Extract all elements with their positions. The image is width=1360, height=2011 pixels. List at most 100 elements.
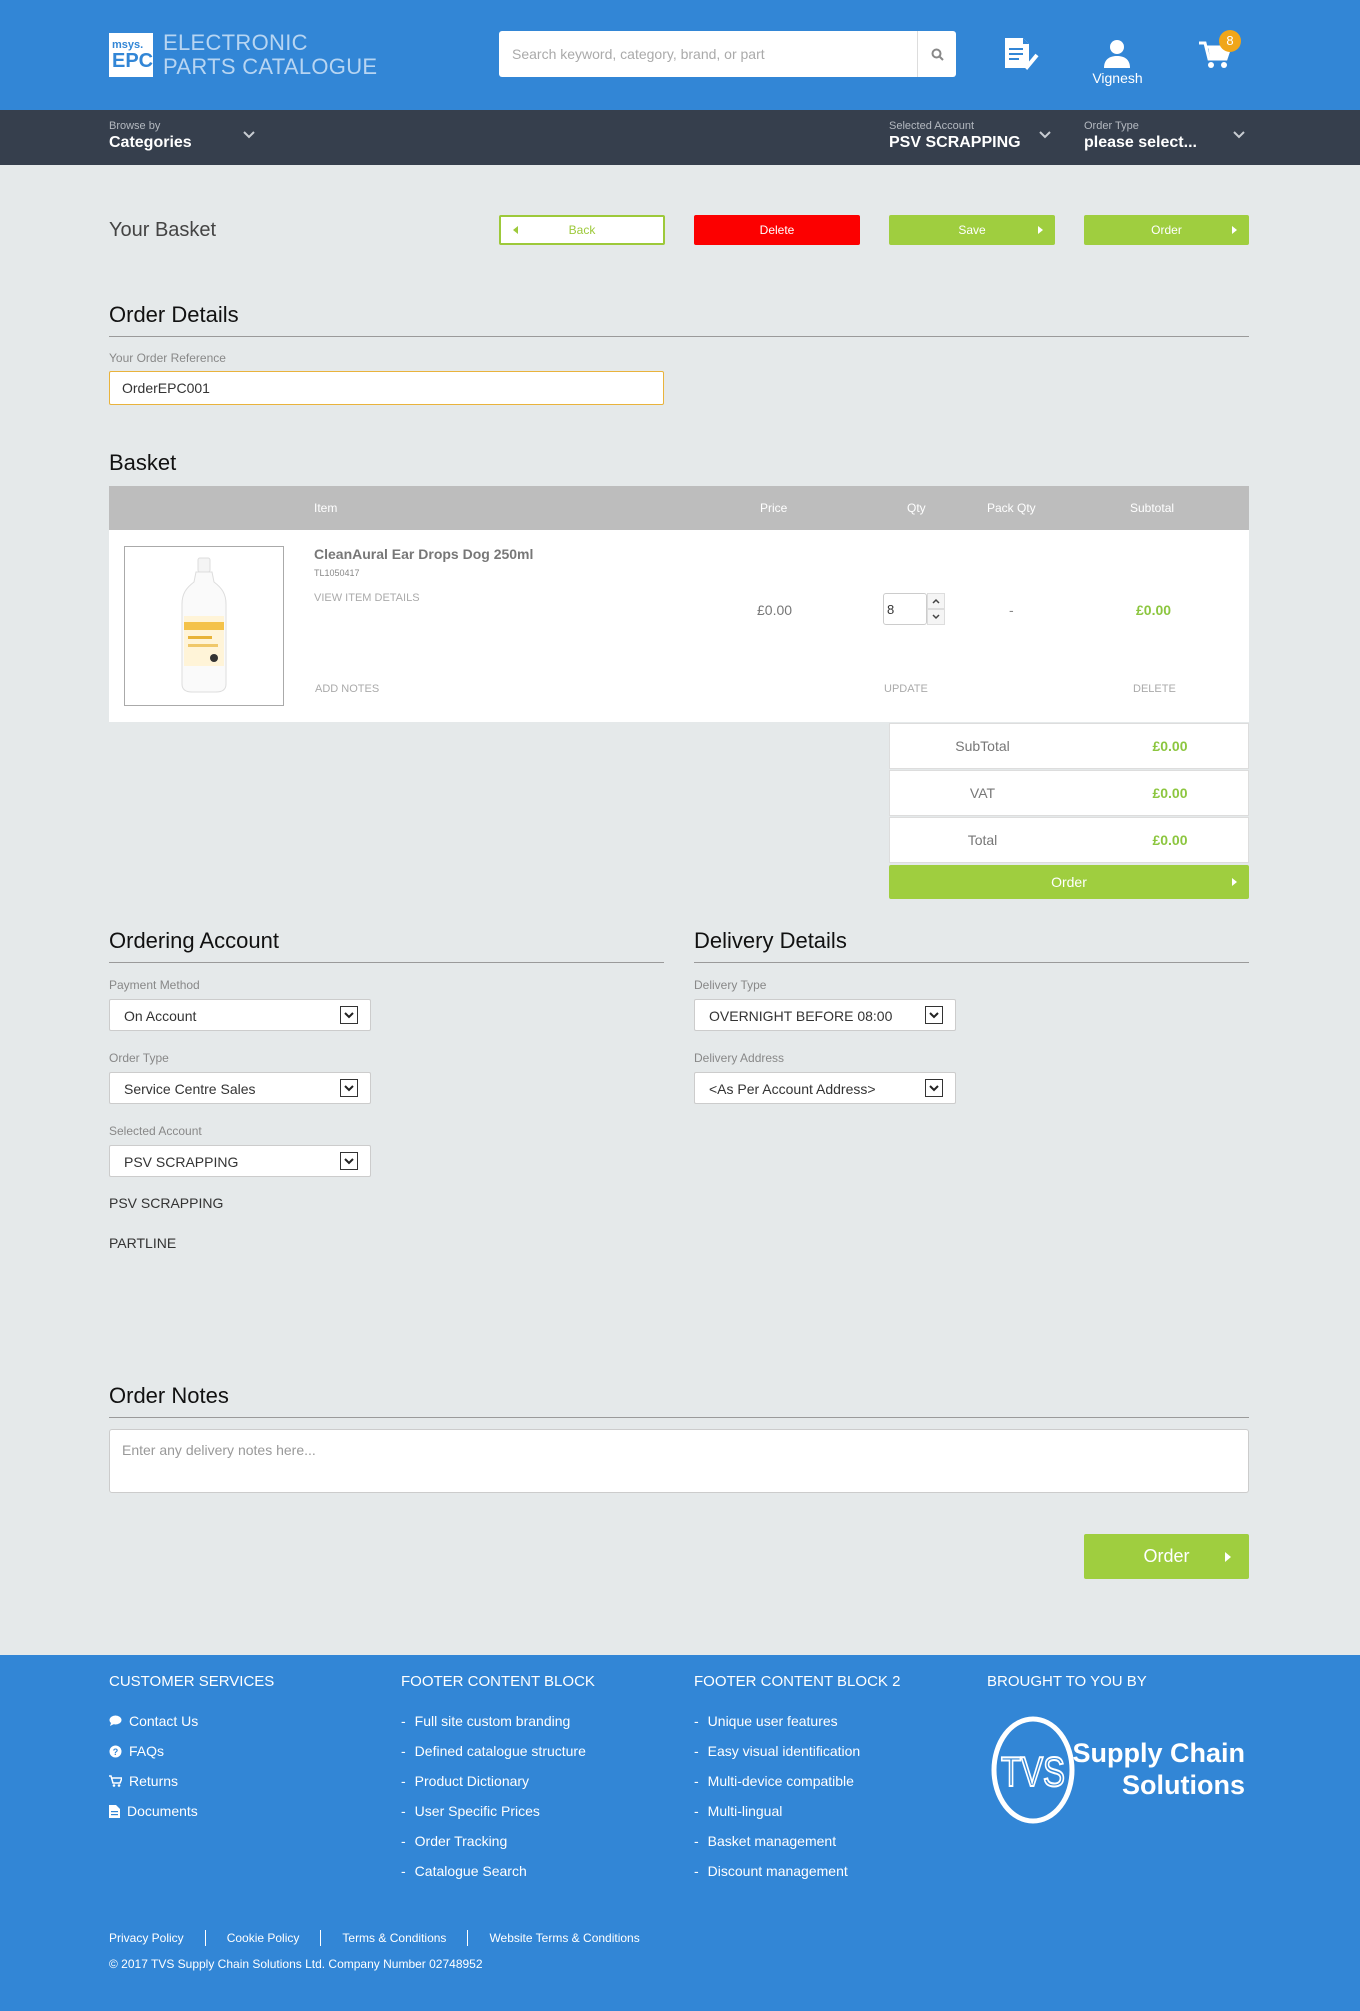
- order-type-dropdown[interactable]: Order Type please select...: [1084, 119, 1197, 153]
- order-type-field-value: Service Centre Sales: [124, 1081, 256, 1097]
- order-button-bottom[interactable]: Order: [1084, 1534, 1249, 1579]
- footer-list-item[interactable]: - Unique user features: [694, 1713, 838, 1729]
- order-history-button[interactable]: [1000, 36, 1040, 75]
- table-row: CleanAural Ear Drops Dog 250ml TL1050417…: [109, 530, 1249, 722]
- chevron-down-icon[interactable]: [927, 609, 945, 625]
- delivery-type-value: OVERNIGHT BEFORE 08:00: [709, 1008, 893, 1024]
- view-item-details-link[interactable]: VIEW ITEM DETAILS: [314, 592, 420, 604]
- returns-label: Returns: [129, 1773, 179, 1789]
- save-label: Save: [958, 223, 986, 237]
- divider: [109, 1417, 1249, 1418]
- footer-list-item[interactable]: - Discount management: [694, 1863, 848, 1879]
- faqs-link[interactable]: ? FAQs: [109, 1743, 164, 1759]
- order-button-totals[interactable]: Order: [889, 865, 1249, 899]
- order-type-select[interactable]: Service Centre Sales: [109, 1072, 371, 1104]
- delivery-address-select[interactable]: <As Per Account Address>: [694, 1072, 956, 1104]
- order-notes-textarea[interactable]: [109, 1429, 1249, 1493]
- quantity-input[interactable]: [883, 593, 927, 625]
- delete-basket-button[interactable]: Delete: [694, 215, 860, 245]
- chevron-down-icon: [340, 1006, 358, 1024]
- footer-heading-customer-services: CUSTOMER SERVICES: [109, 1673, 275, 1690]
- chevron-down-icon: [340, 1079, 358, 1097]
- chevron-down-icon[interactable]: [1232, 130, 1246, 140]
- order-button-top[interactable]: Order: [1084, 215, 1249, 245]
- contact-us-label: Contact Us: [129, 1713, 199, 1729]
- product-image[interactable]: [124, 546, 284, 706]
- logo-line-1: ELECTRONIC: [163, 30, 308, 55]
- chevron-up-icon[interactable]: [927, 593, 945, 609]
- divider: [694, 962, 1249, 963]
- chevron-down-icon[interactable]: [242, 130, 256, 140]
- terms-conditions-link[interactable]: Terms & Conditions: [320, 1930, 467, 1946]
- footer-list-item[interactable]: - User Specific Prices: [401, 1803, 540, 1819]
- returns-link[interactable]: Returns: [109, 1773, 178, 1789]
- order-type-value: please select...: [1084, 134, 1197, 151]
- footer-list-item[interactable]: - Multi-device compatible: [694, 1773, 854, 1789]
- footer-list-item[interactable]: - Order Tracking: [401, 1833, 507, 1849]
- sub-navigation: Browse by Categories Selected Account PS…: [0, 110, 1360, 165]
- svg-text:?: ?: [113, 1747, 119, 1757]
- search-input[interactable]: [499, 31, 917, 77]
- footer-list-item[interactable]: - Full site custom branding: [401, 1713, 570, 1729]
- user-name[interactable]: Vignesh: [1070, 70, 1165, 86]
- back-button[interactable]: Back: [499, 215, 665, 245]
- total-row: Total £0.00: [889, 817, 1249, 863]
- footer-item-label: Easy visual identification: [707, 1743, 861, 1759]
- cart-count-badge: 8: [1219, 30, 1241, 52]
- update-link[interactable]: UPDATE: [884, 683, 928, 695]
- browse-by-label: Browse by: [109, 120, 161, 132]
- copyright: © 2017 TVS Supply Chain Solutions Ltd. C…: [109, 1957, 483, 1971]
- order-reference-input[interactable]: [109, 371, 664, 405]
- footer-list-item[interactable]: - Defined catalogue structure: [401, 1743, 586, 1759]
- account-button[interactable]: [1102, 38, 1132, 71]
- search-button[interactable]: [917, 31, 956, 77]
- arrow-left-icon: [513, 226, 518, 234]
- order-label: Order: [1151, 223, 1182, 237]
- selected-account-dropdown[interactable]: Selected Account PSV SCRAPPING: [889, 119, 1021, 153]
- delivery-type-select[interactable]: OVERNIGHT BEFORE 08:00: [694, 999, 956, 1031]
- selected-account-select[interactable]: PSV SCRAPPING: [109, 1145, 371, 1177]
- cart-icon: [109, 1775, 122, 1787]
- page-title: Your Basket: [109, 219, 217, 241]
- quantity-stepper[interactable]: [927, 593, 945, 625]
- delete-item-link[interactable]: DELETE: [1133, 683, 1176, 695]
- footer-item-label: Catalogue Search: [414, 1863, 527, 1879]
- product-name[interactable]: CleanAural Ear Drops Dog 250ml: [314, 546, 533, 562]
- footer-item-label: Full site custom branding: [414, 1713, 571, 1729]
- search-bar: [499, 31, 956, 77]
- epc-logo[interactable]: msys. EPC ELECTRONIC PARTS CATALOGUE: [109, 31, 377, 79]
- website-terms-link[interactable]: Website Terms & Conditions: [467, 1930, 660, 1946]
- footer-list-item[interactable]: - Easy visual identification: [694, 1743, 860, 1759]
- chevron-down-icon[interactable]: [1038, 130, 1052, 140]
- basket-table-header: Item Price Qty Pack Qty Subtotal: [109, 486, 1249, 530]
- documents-label: Documents: [127, 1803, 198, 1819]
- vat-label: VAT: [969, 785, 996, 801]
- browse-by-dropdown[interactable]: Browse by Categories: [109, 119, 192, 153]
- logo-title: ELECTRONIC PARTS CATALOGUE: [163, 31, 377, 79]
- document-icon: [109, 1804, 120, 1818]
- payment-method-select[interactable]: On Account: [109, 999, 371, 1031]
- selected-account-field-label: Selected Account: [109, 1124, 202, 1138]
- privacy-policy-link[interactable]: Privacy Policy: [109, 1930, 205, 1946]
- documents-link[interactable]: Documents: [109, 1803, 198, 1819]
- basket-heading: Basket: [109, 450, 177, 475]
- chevron-down-icon: [925, 1006, 943, 1024]
- chevron-down-icon: [925, 1079, 943, 1097]
- footer-item-label: Multi-lingual: [707, 1803, 783, 1819]
- search-icon: [931, 48, 944, 61]
- footer-list-item[interactable]: - Basket management: [694, 1833, 836, 1849]
- product-sku: TL1050417: [314, 568, 360, 578]
- logo-big-text: EPC: [112, 49, 154, 72]
- ordering-account-heading: Ordering Account: [109, 928, 279, 953]
- save-button[interactable]: Save: [889, 215, 1055, 245]
- footer-list-item[interactable]: - Product Dictionary: [401, 1773, 529, 1789]
- subtotal-value: £0.00: [1152, 738, 1188, 754]
- footer-item-label: Product Dictionary: [414, 1773, 530, 1789]
- contact-us-link[interactable]: Contact Us: [109, 1713, 198, 1729]
- add-notes-link[interactable]: ADD NOTES: [315, 683, 379, 695]
- cookie-policy-link[interactable]: Cookie Policy: [204, 1930, 321, 1946]
- footer-list-item[interactable]: - Multi-lingual: [694, 1803, 782, 1819]
- footer-list-item[interactable]: - Catalogue Search: [401, 1863, 527, 1879]
- tvs-logo[interactable]: TVS Supply Chain Solutions: [991, 1715, 1251, 1825]
- legal-links: Privacy Policy Cookie Policy Terms & Con…: [109, 1930, 661, 1946]
